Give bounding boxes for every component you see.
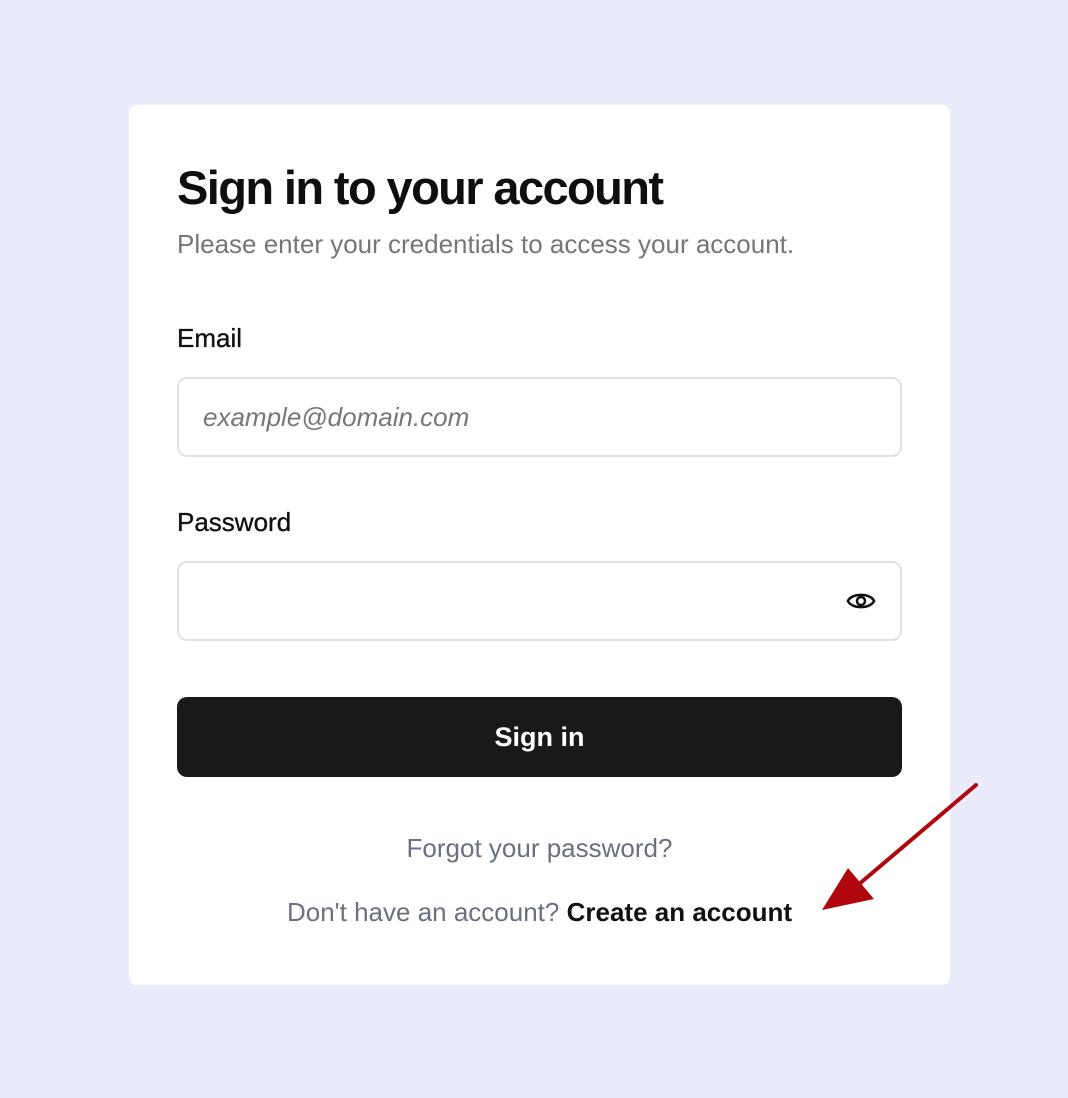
email-label: Email: [177, 323, 243, 353]
email-field-wrapper: [177, 377, 902, 457]
page-title: Sign in to your account: [177, 161, 664, 214]
create-account-link[interactable]: Create an account: [567, 897, 792, 927]
sign-in-button[interactable]: Sign in: [177, 697, 902, 777]
password-field[interactable]: [179, 563, 900, 639]
password-field-wrapper: [177, 561, 902, 641]
password-label: Password: [177, 507, 292, 537]
sign-in-card: Sign in to your account Please enter you…: [129, 105, 950, 985]
eye-icon[interactable]: [844, 586, 878, 616]
signup-prompt: Don't have an account?: [286, 897, 560, 927]
page-subtitle: Please enter your credentials to access …: [177, 229, 795, 259]
forgot-password-link[interactable]: Forgot your password?: [129, 833, 950, 864]
signup-row: Don't have an account? Create an account: [129, 897, 950, 928]
email-field[interactable]: [179, 379, 900, 455]
